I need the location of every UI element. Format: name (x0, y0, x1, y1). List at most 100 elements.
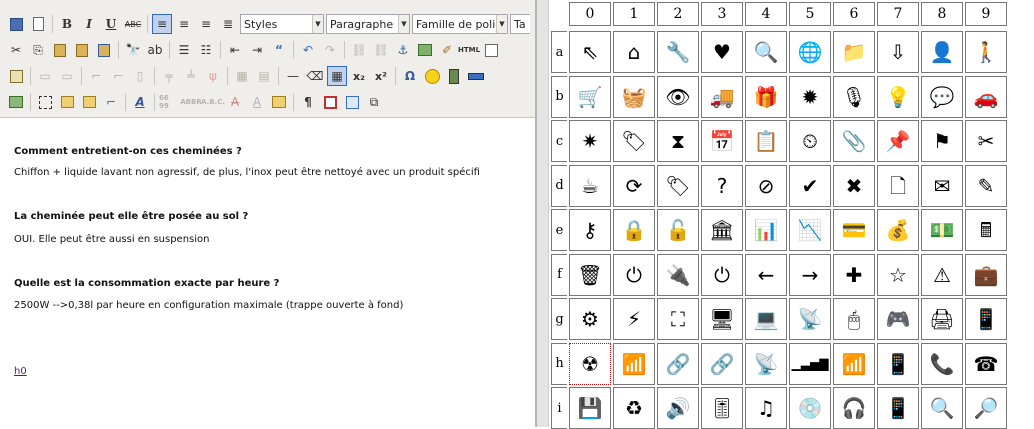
link-h0[interactable]: h0 (14, 366, 27, 377)
superscript-button[interactable]: x² (371, 66, 391, 86)
zoom-in-icon[interactable]: 🔎 (965, 387, 1007, 429)
redo-icon[interactable]: ↷ (320, 40, 340, 60)
router-icon[interactable]: 📡 (789, 298, 831, 340)
special-char-button[interactable]: Ω (400, 66, 420, 86)
align-left-icon[interactable]: ≡ (152, 14, 172, 34)
font-size-select[interactable]: Ta (510, 14, 530, 34)
folder-icon[interactable]: 📁 (833, 31, 875, 73)
table-delete-row-icon[interactable]: ψ (203, 66, 223, 86)
mouse-icon[interactable]: 🖱 (833, 298, 875, 340)
acronym-button[interactable]: A.B.C. (201, 92, 225, 112)
clock-icon[interactable]: ⏲ (789, 120, 831, 162)
plus-icon[interactable]: ✚ (833, 253, 875, 296)
gift-icon[interactable]: 🎁 (745, 75, 787, 118)
horizontal-rule-icon[interactable]: — (283, 66, 303, 86)
link-icon[interactable]: 🔗 (657, 342, 699, 385)
move-forward-icon[interactable]: ⌐ (86, 66, 106, 86)
podcast-icon[interactable]: 🎙 (833, 75, 875, 118)
plug-icon[interactable]: ⏻ (613, 253, 655, 296)
chart-up-icon[interactable]: 📊 (745, 209, 787, 251)
abbr-button[interactable]: ABBR (180, 92, 201, 112)
table-row-props-icon[interactable]: ▤ (254, 66, 274, 86)
anchor-icon[interactable]: ⚓ (393, 40, 413, 60)
arrow-left-icon[interactable]: ← (745, 253, 787, 296)
tag-add-icon[interactable]: 🏷 (657, 164, 699, 207)
link-icon[interactable]: ⛓ (349, 40, 369, 60)
remove-format-icon[interactable]: ⌫ (305, 66, 325, 86)
heart-add-icon[interactable]: ♥ (701, 31, 743, 73)
paperclip-icon[interactable]: 📎 (833, 120, 875, 162)
unlock-icon[interactable]: 🔓 (657, 209, 699, 251)
cleanup-icon[interactable]: ✐ (437, 40, 457, 60)
move-backward-icon[interactable]: ⌐ (108, 66, 128, 86)
bold-button[interactable]: B (57, 14, 77, 34)
laptop-icon[interactable]: 💻 (745, 298, 787, 340)
power-icon[interactable]: ⏻ (701, 253, 743, 296)
cursor-icon[interactable]: ⇖ (569, 31, 611, 73)
delete-text-icon[interactable]: A (225, 92, 245, 112)
flag-icon[interactable]: ⚑ (921, 120, 963, 162)
money-bag-icon[interactable]: 💰 (877, 209, 919, 251)
new-document-icon[interactable] (28, 14, 48, 34)
coffee-icon[interactable]: ☕ (569, 164, 611, 207)
printer-icon[interactable]: 🖨 (921, 298, 963, 340)
check-icon[interactable]: ✔ (789, 164, 831, 207)
wrench-icon[interactable]: 🔧 (657, 31, 699, 73)
credit-card-icon[interactable]: 💳 (833, 209, 875, 251)
lock-icon[interactable]: 🔒 (613, 209, 655, 251)
antenna-icon[interactable]: 📡 (745, 342, 787, 385)
wifi-icon[interactable]: 📶 (833, 342, 875, 385)
phone-icon[interactable]: 📞 (921, 342, 963, 385)
basket-icon[interactable]: 🧺 (613, 75, 655, 118)
styleprops-icon[interactable] (320, 92, 340, 112)
key-icon[interactable]: ⚷ (569, 209, 611, 251)
absolute-icon[interactable]: ▯ (130, 66, 150, 86)
paste-icon[interactable] (50, 40, 70, 60)
bank-icon[interactable]: 🏛 (701, 209, 743, 251)
lightbulb-icon[interactable]: 💡 (877, 75, 919, 118)
undo-icon[interactable]: ↶ (298, 40, 318, 60)
headphones-icon[interactable]: 🎧 (833, 387, 875, 429)
mobile-phone-icon[interactable]: 📱 (877, 342, 919, 385)
document-icon[interactable]: 🗋 (877, 164, 919, 207)
underline-button[interactable]: U (101, 14, 121, 34)
nonbreaking-icon[interactable]: ⌐ (101, 92, 121, 112)
refresh-icon[interactable]: ⟳ (613, 164, 655, 207)
help-icon[interactable]: ? (701, 164, 743, 207)
align-center-icon[interactable]: ≡ (174, 14, 194, 34)
insert-image-icon[interactable] (6, 92, 26, 112)
pencil-icon[interactable]: ✎ (965, 164, 1007, 207)
align-justify-icon[interactable]: ≣ (218, 14, 238, 34)
briefcase-icon[interactable]: 💼 (965, 253, 1007, 296)
warning-icon[interactable]: ⚠ (921, 253, 963, 296)
copy-icon[interactable]: ⎘ (28, 40, 48, 60)
fullscreen-icon[interactable]: ⧉ (364, 92, 384, 112)
cite-button[interactable]: 66 99 (159, 92, 179, 112)
equalizer-icon[interactable]: 🎚 (701, 387, 743, 429)
insert-layer-icon[interactable]: ▭ (35, 66, 55, 86)
clipboard-icon[interactable]: 📋 (745, 120, 787, 162)
table-icon[interactable]: ▦ (327, 66, 347, 86)
insert-date-icon[interactable] (481, 40, 501, 60)
badge-icon[interactable]: ✹ (789, 75, 831, 118)
indent-icon[interactable]: ⇥ (247, 40, 267, 60)
music-icon[interactable]: ♫ (745, 387, 787, 429)
table-row-after-icon[interactable]: ╧ (181, 66, 201, 86)
globe-icon[interactable]: 🌐 (789, 31, 831, 73)
edit-css-icon[interactable] (6, 66, 26, 86)
person-icon[interactable]: 🚶 (965, 31, 1007, 73)
smiley-icon[interactable] (422, 66, 442, 86)
preview-icon[interactable] (342, 92, 362, 112)
pane-splitter[interactable] (535, 0, 549, 427)
sitemap-icon[interactable]: ⛶ (657, 298, 699, 340)
format-select[interactable]: Paragraphe ▼ (326, 14, 410, 34)
tag-icon[interactable]: 🏷 (613, 120, 655, 162)
attributes-icon[interactable] (269, 92, 289, 112)
page-break-icon[interactable] (79, 92, 99, 112)
template-icon[interactable] (57, 92, 77, 112)
table-cell-props-icon[interactable]: ▦ (232, 66, 252, 86)
zoom-out-icon[interactable]: 🔍 (921, 387, 963, 429)
radiation-icon[interactable]: ☢ (569, 342, 611, 385)
car-icon[interactable]: 🚗 (965, 75, 1007, 118)
scissors-icon[interactable]: ✂ (965, 120, 1007, 162)
